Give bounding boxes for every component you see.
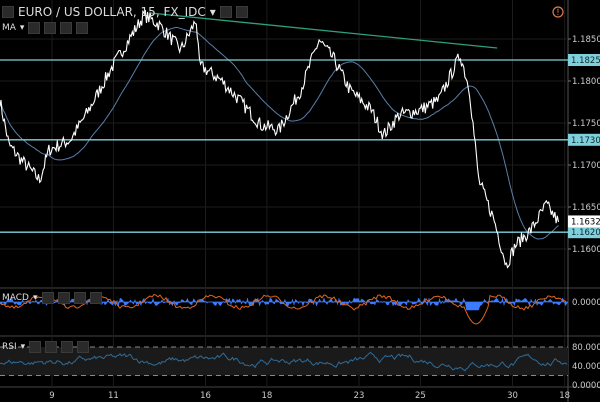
rsi-tick-label: 40.0000 xyxy=(572,362,600,372)
settings-icon[interactable] xyxy=(45,341,58,353)
price-tick-label: 1.16000 xyxy=(572,245,600,255)
chevron-down-icon[interactable]: ▾ xyxy=(21,342,26,352)
price-line xyxy=(0,9,560,269)
chart-canvas[interactable]: 9 11 16 18 23 25 30 18 1.18500 1.18000 1.17500 1.17… xyxy=(0,0,600,402)
settings-icon[interactable] xyxy=(57,292,70,304)
symbol-header: EURO / US DOLLAR, 15, FX_IDC ▾ xyxy=(2,5,248,19)
chevron-down-icon[interactable]: ▾ xyxy=(20,23,25,33)
last-price-label: 1.16328 xyxy=(571,217,600,227)
level-price-label: 1.18250 xyxy=(571,56,600,66)
price-tick-label: 1.17000 xyxy=(572,161,600,171)
chevron-down-icon[interactable]: ▾ xyxy=(33,293,38,303)
visibility-icon[interactable] xyxy=(41,292,54,304)
price-tick-label: 1.16500 xyxy=(572,203,600,213)
x-tick-label: 18 xyxy=(261,391,272,401)
x-tick-label: 11 xyxy=(108,391,119,401)
price-tick-label: 1.18000 xyxy=(572,77,600,87)
rsi-label[interactable]: RSI xyxy=(2,342,17,352)
x-tick-label: 16 xyxy=(200,391,211,401)
close-icon[interactable] xyxy=(76,22,89,34)
rsi-tick-label: 80.0000 xyxy=(572,343,600,353)
rsi-header: RSI ▾ xyxy=(2,341,90,353)
settings-icon[interactable] xyxy=(219,6,232,18)
visibility-icon[interactable] xyxy=(235,6,248,18)
move-icon[interactable] xyxy=(61,341,74,353)
x-tick-label: 30 xyxy=(507,391,518,401)
x-tick-label: 23 xyxy=(354,391,365,401)
x-tick-label: 9 xyxy=(49,391,54,401)
level-price-label: 1.17300 xyxy=(571,136,600,146)
visibility-icon[interactable] xyxy=(28,22,41,34)
move-icon[interactable] xyxy=(60,22,73,34)
rsi-tick-label: 0.0000 xyxy=(572,381,600,391)
ma-header: MA ▾ xyxy=(2,22,89,34)
price-tick-label: 1.17500 xyxy=(572,119,600,129)
alert-icon-glyph: ! xyxy=(556,8,559,18)
close-icon[interactable] xyxy=(89,292,102,304)
macd-header: MACD ▾ xyxy=(2,292,102,304)
macd-label[interactable]: MACD xyxy=(2,293,29,303)
settings-icon[interactable] xyxy=(44,22,57,34)
level-price-label: 1.16200 xyxy=(571,228,600,238)
move-icon[interactable] xyxy=(73,292,86,304)
price-tick-label: 1.18500 xyxy=(572,35,600,45)
symbol-title[interactable]: EURO / US DOLLAR, 15, FX_IDC xyxy=(18,5,206,19)
ma-label[interactable]: MA xyxy=(2,23,16,33)
chart-widget: 9 11 16 18 23 25 30 18 1.18500 1.18000 1.17500 1.17… xyxy=(0,0,600,402)
collapse-icon[interactable] xyxy=(2,6,14,18)
visibility-icon[interactable] xyxy=(29,341,42,353)
x-tick-label: 25 xyxy=(415,391,426,401)
chevron-down-icon[interactable]: ▾ xyxy=(210,5,216,19)
x-tick-label: 18 xyxy=(559,391,570,401)
macd-tick-label: 0.0000 xyxy=(572,298,600,308)
close-icon[interactable] xyxy=(77,341,90,353)
